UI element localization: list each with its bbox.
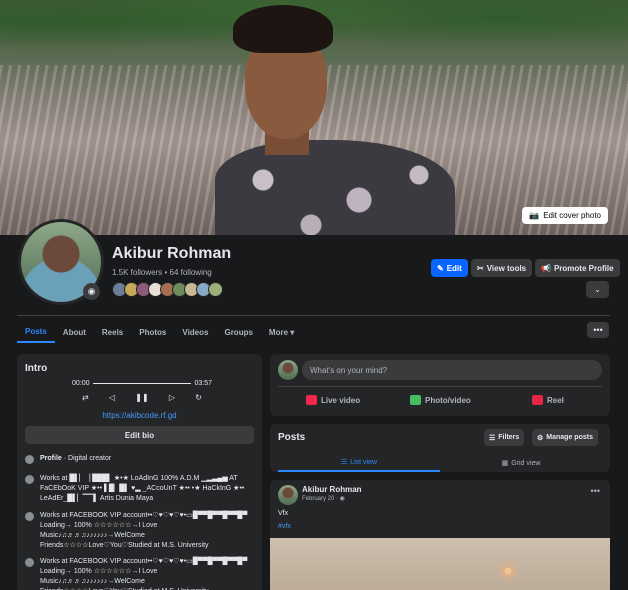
friend-avatars[interactable]: [112, 282, 223, 297]
avatar-camera-icon[interactable]: ◉: [83, 283, 100, 300]
tab-videos[interactable]: Videos: [174, 321, 216, 343]
next-icon[interactable]: ▷: [169, 393, 175, 402]
tab-reels[interactable]: Reels: [94, 321, 131, 343]
briefcase-icon: [25, 512, 34, 521]
filters-button[interactable]: ☰ Filters: [484, 429, 525, 446]
pencil-icon: ✎: [437, 263, 444, 273]
tools-icon: ✂: [477, 263, 484, 273]
photo-icon: [410, 395, 421, 405]
post-date[interactable]: February 20 · ◉: [302, 495, 345, 502]
previous-icon[interactable]: ◁: [109, 393, 115, 402]
list-view-tab[interactable]: ☰ List view: [278, 454, 440, 472]
post-composer: What's on your mind? Live video Photo/vi…: [270, 354, 610, 416]
camera-icon: 📷: [529, 211, 540, 220]
gear-icon: ⚙: [537, 434, 544, 442]
filters-icon: ☰: [489, 434, 496, 442]
photo-video-button[interactable]: Photo/video: [410, 395, 471, 405]
post-card: Akibur Rohman February 20 · ◉ ••• Vfx #v…: [270, 480, 610, 590]
post-image[interactable]: [270, 538, 610, 590]
intro-row-work-1: Works at █▌▏▕ ███▌ ★•★ LoAdInG 100% A.D.…: [25, 474, 255, 504]
intro-card: Intro 00:00 03:57 ⇄ ◁ ❚❚ ▷ ↻ https://aki…: [17, 354, 262, 590]
profile-name: Akibur Rohman: [112, 245, 232, 262]
time-end: 03:57: [194, 380, 212, 387]
promote-profile-button[interactable]: 📢 Promote Profile: [535, 259, 620, 277]
edit-profile-button[interactable]: ✎ Edit: [431, 259, 468, 277]
profile-tabs: Posts About Reels Photos Videos Groups M…: [17, 321, 302, 343]
intro-row-profile: Profile · Digital creator: [25, 454, 255, 464]
post-hashtag[interactable]: #vfx: [278, 523, 291, 530]
repeat-icon[interactable]: ↻: [195, 393, 202, 402]
briefcase-icon: [25, 558, 34, 567]
live-video-icon: [306, 395, 317, 405]
tab-about[interactable]: About: [55, 321, 94, 343]
info-icon: [25, 455, 34, 464]
post-author-avatar[interactable]: [278, 485, 298, 505]
composer-avatar[interactable]: [278, 360, 298, 380]
edit-cover-photo-button[interactable]: 📷 Edit cover photo: [522, 207, 608, 224]
time-start: 00:00: [72, 380, 90, 387]
progress-bar[interactable]: [92, 383, 192, 384]
intro-row-work-2: Works at FACEBOOK VIP account••♡♥♡♥♡♥•▭█…: [25, 511, 255, 551]
post-author-name[interactable]: Akibur Rohman: [302, 485, 362, 494]
pause-icon[interactable]: ❚❚: [135, 393, 148, 402]
followers-count[interactable]: 1.5K followers • 64 following: [112, 268, 212, 277]
view-tools-button[interactable]: ✂ View tools: [471, 259, 533, 277]
reel-button[interactable]: Reel: [532, 395, 564, 405]
posts-header-card: Posts ☰ Filters ⚙ Manage posts ☰ List vi…: [270, 424, 610, 472]
cover-photo[interactable]: 📷 Edit cover photo: [0, 0, 628, 235]
shuffle-icon[interactable]: ⇄: [82, 393, 89, 402]
tab-photos[interactable]: Photos: [131, 321, 174, 343]
post-options-icon[interactable]: •••: [591, 486, 600, 496]
tab-more[interactable]: More ▾: [261, 321, 302, 343]
cover-person: [215, 5, 455, 235]
live-video-button[interactable]: Live video: [306, 395, 360, 405]
briefcase-icon: [25, 475, 34, 484]
reel-icon: [532, 395, 543, 405]
post-text: Vfx: [278, 510, 289, 517]
tab-groups[interactable]: Groups: [216, 321, 260, 343]
intro-row-work-3: Works at FACEBOOK VIP account••♡♥♡♥♡♥•▭█…: [25, 557, 255, 590]
whats-on-your-mind-input[interactable]: What's on your mind?: [302, 360, 602, 380]
website-link[interactable]: https://akibcode.rf.gd: [17, 411, 262, 420]
tab-posts[interactable]: Posts: [17, 321, 55, 343]
grid-view-tab[interactable]: ▦ Grid view: [440, 454, 602, 472]
grid-icon: ▦: [501, 460, 509, 467]
manage-posts-button[interactable]: ⚙ Manage posts: [532, 429, 598, 446]
intro-title: Intro: [25, 363, 48, 374]
posts-title: Posts: [278, 432, 306, 443]
megaphone-icon: 📢: [541, 263, 551, 273]
audio-player: 00:00 03:57 ⇄ ◁ ❚❚ ▷ ↻: [72, 380, 212, 402]
edit-bio-button[interactable]: Edit bio: [25, 426, 254, 444]
header-divider: [17, 315, 610, 316]
list-icon: ☰: [340, 459, 348, 466]
more-options-icon[interactable]: •••: [587, 322, 609, 338]
chevron-down-icon[interactable]: ⌄: [586, 281, 609, 298]
